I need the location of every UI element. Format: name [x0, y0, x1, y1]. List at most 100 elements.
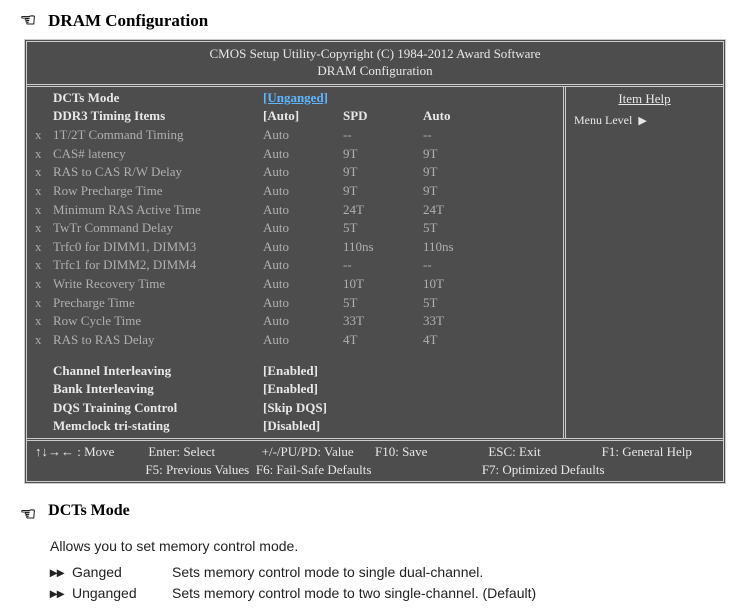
section-title: DRAM Configuration [48, 11, 208, 31]
menu-level: Menu Level ▶ [572, 109, 717, 132]
config-value: [Disabled] [263, 418, 343, 435]
hint-f6: F6: Fail-Safe Defaults [256, 462, 372, 478]
bios-help-pane: Item Help Menu Level ▶ [563, 87, 723, 438]
doc-option: ▸▸UngangedSets memory control mode to tw… [50, 583, 700, 604]
config-row[interactable]: DQS Training Control[Skip DQS] [27, 399, 563, 418]
row-label: RAS to CAS R/W Delay [53, 164, 263, 181]
row-marker: x [35, 127, 53, 144]
option-desc: Sets memory control mode to two single-c… [172, 585, 700, 602]
double-arrow-icon: ▸▸ [50, 585, 72, 602]
row-label: Trfc0 for DIMM1, DIMM3 [53, 239, 263, 256]
hint-f1: F1: General Help [602, 444, 715, 460]
timing-row[interactable]: xTrfc0 for DIMM1, DIMM3Auto110ns110ns [27, 238, 563, 257]
option-name: Unganged [72, 585, 172, 602]
row-marker: x [35, 295, 53, 312]
row-val-auto2: -- [423, 127, 503, 144]
config-row[interactable]: Bank Interleaving[Enabled] [27, 380, 563, 399]
config-label: DQS Training Control [53, 400, 263, 417]
row-val-auto: Auto [263, 332, 343, 349]
row-label: CAS# latency [53, 146, 263, 163]
row-marker: x [35, 164, 53, 181]
double-arrow-icon: ▸▸ [50, 564, 72, 581]
row-val-auto: Auto [263, 295, 343, 312]
row-val-spd: 4T [343, 332, 423, 349]
row-marker: x [35, 313, 53, 330]
config-value: [Enabled] [263, 363, 343, 380]
row-val-auto: Auto [263, 183, 343, 200]
row-val-auto: Auto [263, 257, 343, 274]
pointing-hand-icon: ☞ [20, 10, 36, 31]
row-val-auto2: 9T [423, 146, 503, 163]
row-label: RAS to RAS Delay [53, 332, 263, 349]
footer-row-2: F5: Previous Values F6: Fail-Safe Defaul… [35, 461, 715, 479]
row-val-spd: 9T [343, 183, 423, 200]
timing-row[interactable]: xRAS to CAS R/W DelayAuto9T9T [27, 163, 563, 182]
col-auto2: Auto [423, 108, 503, 125]
hint-esc: ESC: Exit [488, 444, 601, 460]
row-marker: x [35, 276, 53, 293]
row-val-spd: 5T [343, 295, 423, 312]
config-value: [Skip DQS] [263, 400, 343, 417]
row-val-spd: 5T [343, 220, 423, 237]
timing-row[interactable]: xRow Cycle TimeAuto33T33T [27, 312, 563, 331]
timing-label: DDR3 Timing Items [53, 108, 263, 125]
row-label: Write Recovery Time [53, 276, 263, 293]
bios-title: CMOS Setup Utility-Copyright (C) 1984-20… [27, 42, 723, 84]
option-name: Ganged [72, 564, 172, 581]
timing-header-row: DDR3 Timing Items [Auto] SPD Auto [27, 107, 563, 126]
dcts-mode-label: DCTs Mode [53, 90, 263, 107]
row-val-auto2: 9T [423, 164, 503, 181]
timing-row[interactable]: xPrecharge TimeAuto5T5T [27, 294, 563, 313]
timing-row[interactable]: x1T/2T Command TimingAuto---- [27, 126, 563, 145]
config-value: [Enabled] [263, 381, 343, 398]
row-marker: x [35, 183, 53, 200]
row-val-auto: Auto [263, 276, 343, 293]
timing-row[interactable]: xTwTr Command DelayAuto5T5T [27, 219, 563, 238]
bios-footer: ↑↓→← : Move Enter: Select +/-/PU/PD: Val… [27, 441, 723, 481]
footer-row-1: ↑↓→← : Move Enter: Select +/-/PU/PD: Val… [35, 443, 715, 461]
bios-main: DCTs Mode [Unganged] DDR3 Timing Items [… [27, 84, 723, 441]
row-val-spd: 24T [343, 202, 423, 219]
section-header: ☞ DRAM Configuration [0, 0, 750, 39]
config-row[interactable]: Memclock tri-stating[Disabled] [27, 417, 563, 436]
timing-row[interactable]: xMinimum RAS Active TimeAuto24T24T [27, 201, 563, 220]
row-label: Row Cycle Time [53, 313, 263, 330]
row-val-auto: Auto [263, 164, 343, 181]
hint-move: ↑↓→← : Move [35, 444, 148, 460]
row-val-auto2: 9T [423, 183, 503, 200]
row-marker: x [35, 146, 53, 163]
row-val-spd: 9T [343, 146, 423, 163]
hint-f7: F7: Optimized Defaults [482, 462, 605, 478]
row-val-auto: Auto [263, 313, 343, 330]
row-label: Row Precharge Time [53, 183, 263, 200]
timing-row[interactable]: xCAS# latencyAuto9T9T [27, 145, 563, 164]
timing-row[interactable]: xTrfc1 for DIMM2, DIMM4Auto---- [27, 256, 563, 275]
bios-copyright: CMOS Setup Utility-Copyright (C) 1984-20… [27, 46, 723, 63]
row-label: TwTr Command Delay [53, 220, 263, 237]
row-marker: x [35, 239, 53, 256]
row-marker: x [35, 202, 53, 219]
row-label: Precharge Time [53, 295, 263, 312]
hint-f10: F10: Save [375, 444, 488, 460]
row-val-auto2: 110ns [423, 239, 503, 256]
row-val-auto2: 33T [423, 313, 503, 330]
timing-row[interactable]: xRow Precharge TimeAuto9T9T [27, 182, 563, 201]
row-val-auto2: 24T [423, 202, 503, 219]
doc-body: Allows you to set memory control mode. ▸… [0, 534, 750, 616]
row-val-spd: 9T [343, 164, 423, 181]
config-row[interactable]: Channel Interleaving[Enabled] [27, 362, 563, 381]
row-val-auto2: -- [423, 257, 503, 274]
row-val-auto2: 5T [423, 220, 503, 237]
dcts-mode-row[interactable]: DCTs Mode [Unganged] [27, 89, 563, 108]
row-marker: x [35, 332, 53, 349]
row-val-auto: Auto [263, 239, 343, 256]
pointing-hand-icon: ☞ [20, 504, 36, 525]
row-val-auto: Auto [263, 127, 343, 144]
timing-row[interactable]: xRAS to RAS DelayAuto4T4T [27, 331, 563, 350]
timing-row[interactable]: xWrite Recovery TimeAuto10T10T [27, 275, 563, 294]
col-auto: [Auto] [263, 108, 343, 125]
row-val-auto: Auto [263, 146, 343, 163]
row-val-spd: -- [343, 127, 423, 144]
hint-enter: Enter: Select [148, 444, 261, 460]
row-val-spd: 110ns [343, 239, 423, 256]
